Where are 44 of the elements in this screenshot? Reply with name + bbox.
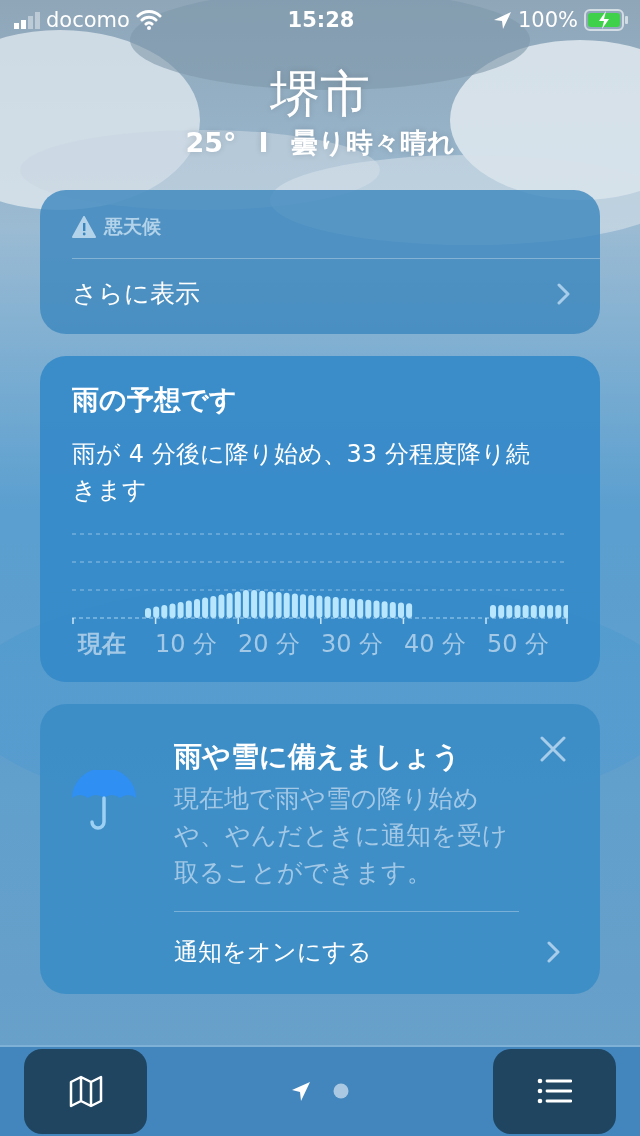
battery-icon: [584, 9, 628, 31]
chevron-icon: [557, 282, 570, 305]
show-more-link[interactable]: さらに表示: [40, 259, 600, 334]
page-dot-icon[interactable]: [333, 1083, 349, 1099]
location-page-icon[interactable]: [291, 1081, 311, 1101]
card-title: 雨や雪に備えましょう: [174, 739, 461, 775]
clock-time: 15:28: [287, 8, 355, 32]
axis-label: 20 分: [238, 629, 302, 660]
battery-percent: 100%: [517, 8, 578, 32]
signal-icon: [14, 11, 40, 29]
forecast-description: 雨が 4 分後に降り始め、33 分程度降り続きます: [72, 439, 531, 506]
axis-label: 10 分: [155, 629, 219, 660]
precipitation-bar: [490, 605, 496, 618]
close-button[interactable]: [540, 736, 566, 762]
warning-icon: [72, 216, 96, 238]
precipitation-bar: [349, 598, 355, 618]
list-button[interactable]: [493, 1048, 616, 1134]
city-name: 堺市: [270, 64, 370, 125]
close-icon: [540, 736, 566, 762]
axis-label: 40 分: [404, 629, 468, 660]
list-icon: [537, 1078, 572, 1104]
precipitation-bar: [398, 602, 404, 618]
wifi-icon: [135, 9, 162, 31]
temperature: 25°: [185, 126, 237, 160]
carrier-name: docomo: [46, 8, 130, 32]
umbrella-icon: [70, 770, 138, 830]
separator: I: [258, 126, 269, 160]
axis-label: 現在: [76, 629, 127, 660]
map-button[interactable]: [24, 1048, 147, 1134]
precipitation-bar: [194, 599, 200, 618]
enable-notifications-link[interactable]: 通知をオンにする: [174, 912, 600, 994]
precipitation-bar: [539, 605, 545, 618]
alert-title: 悪天候: [104, 214, 161, 239]
axis-label: 50 分: [487, 629, 551, 660]
map-icon: [68, 1074, 103, 1108]
precipitation-bar: [145, 608, 151, 618]
precipitation-bar: [300, 594, 306, 618]
weather-condition: 曇り時々晴れ: [290, 126, 455, 160]
location-arrow-icon: [492, 10, 512, 30]
card-title: 雨の予想です: [72, 383, 238, 417]
precipitation-bar: [406, 603, 413, 618]
axis-label: 30 分: [321, 629, 385, 660]
chevron-icon: [547, 941, 560, 963]
notification-description: 現在地で雨や雪の降り始めや、やんだときに通知を受け取ることができます。: [174, 780, 519, 912]
